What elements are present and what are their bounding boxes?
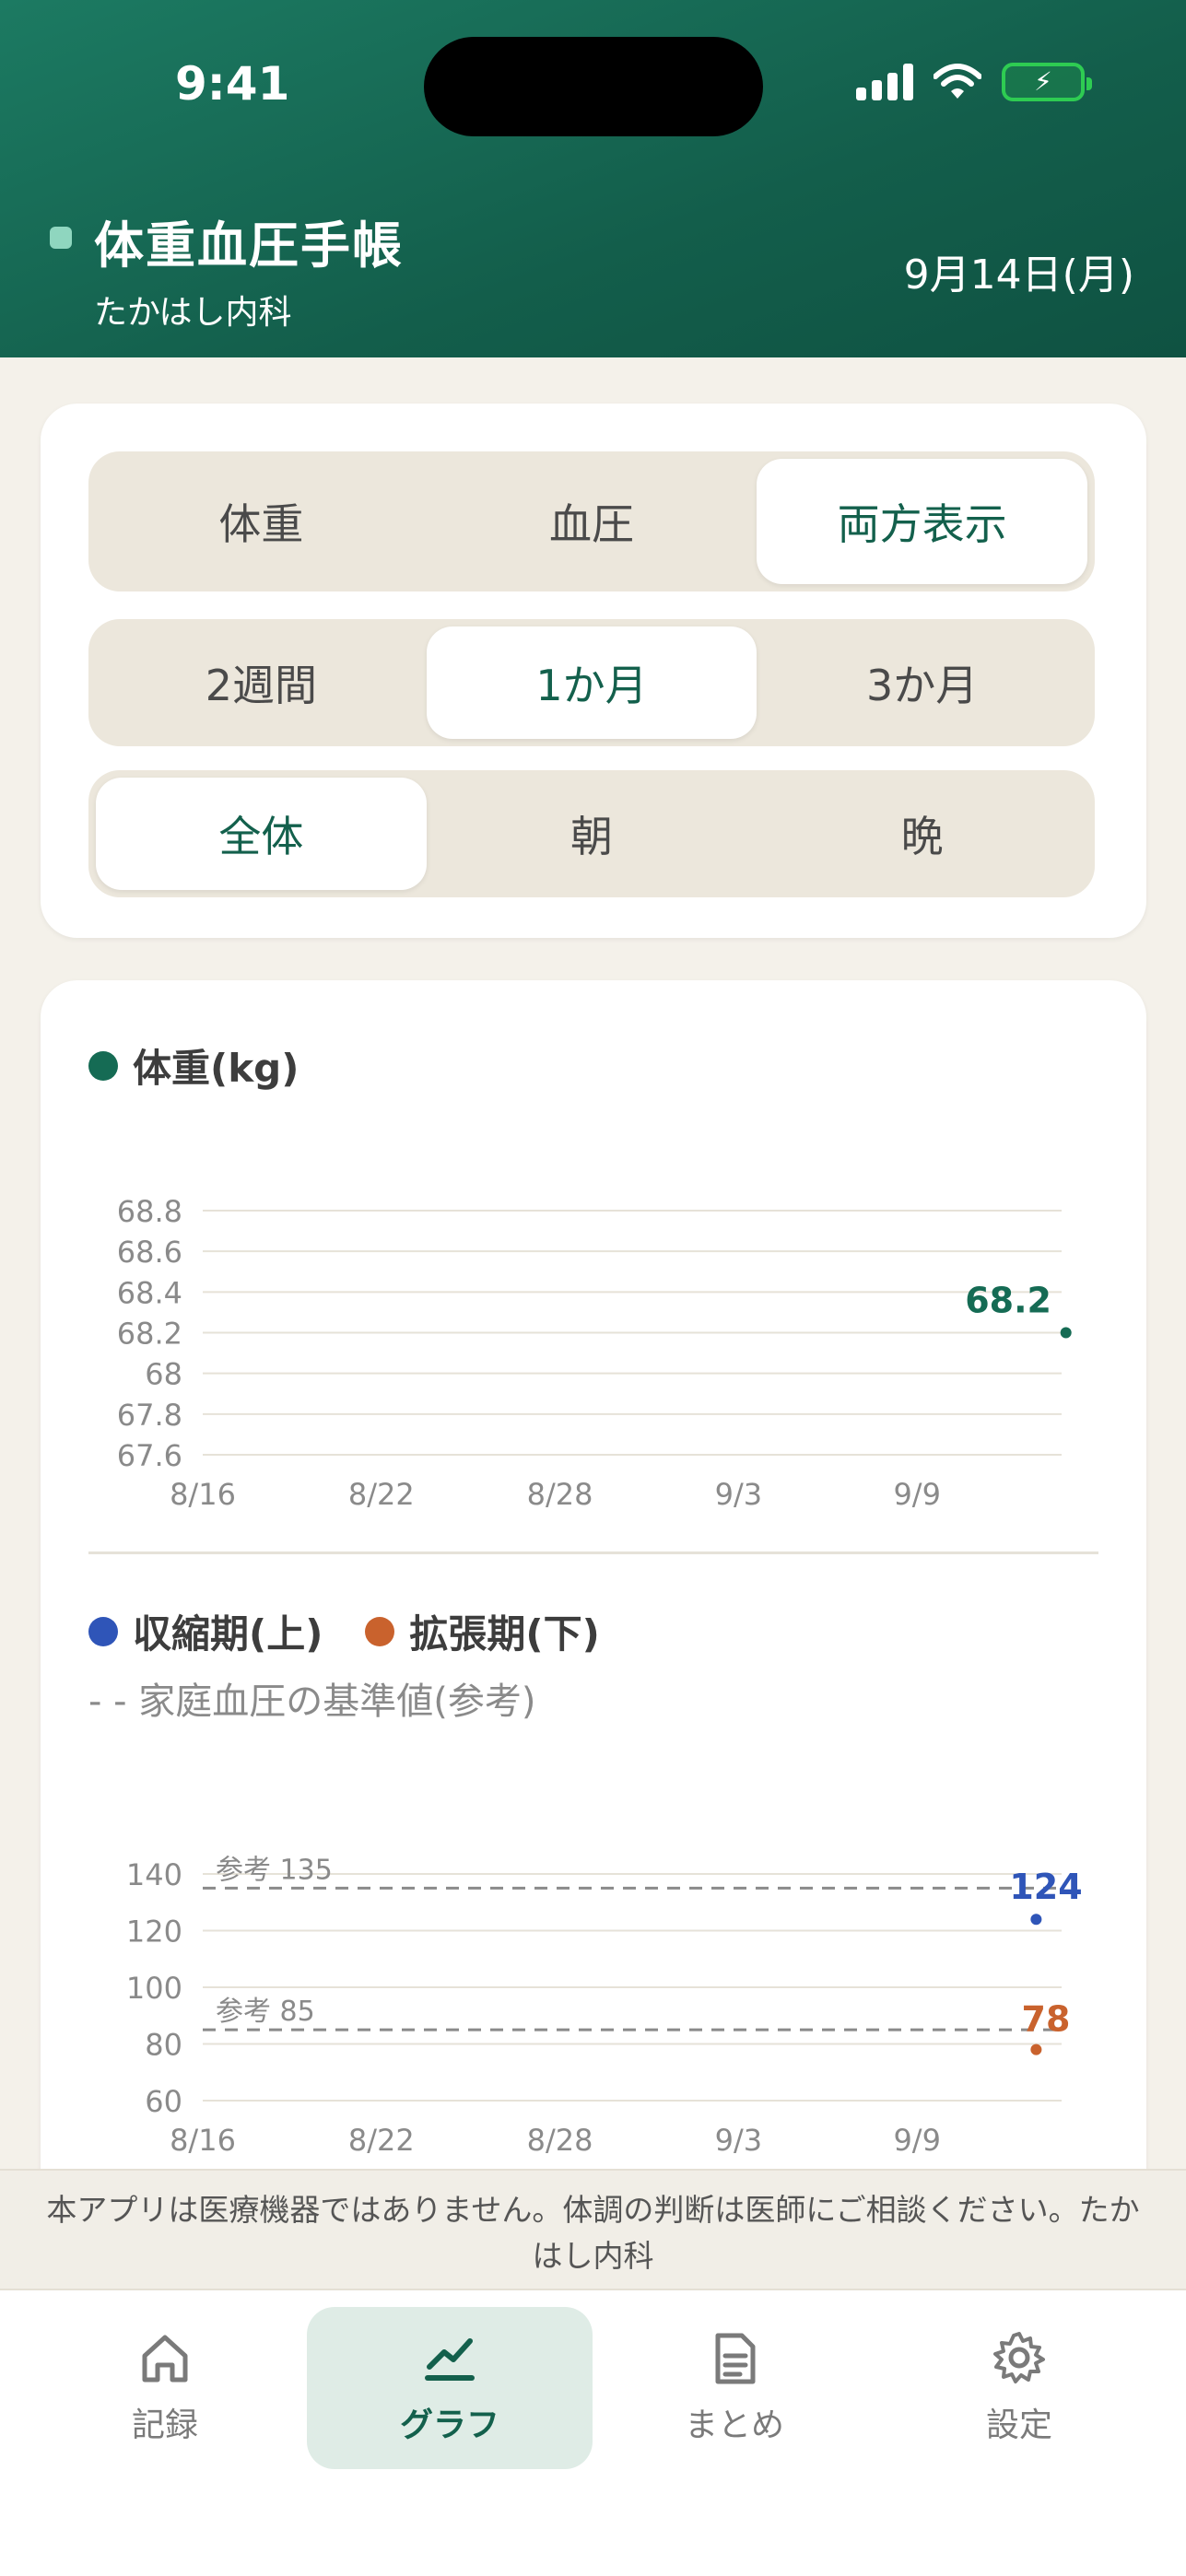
filter-card: 体重 血圧 両方表示 2週間 1か月 3か月 全体 朝 晩	[41, 404, 1146, 938]
x-tick-label: 9/9	[893, 1477, 941, 1512]
tab-summary-label: まとめ	[684, 2406, 784, 2444]
y-tick-label: 100	[126, 1971, 182, 2006]
y-tick-label: 68.6	[117, 1235, 182, 1270]
tab-graph[interactable]: グラフ	[307, 2307, 593, 2469]
data-point	[1060, 1327, 1072, 1339]
y-tick-label: 140	[126, 1857, 182, 1892]
view-option-weight[interactable]: 体重	[96, 459, 427, 584]
app-dot	[50, 227, 72, 249]
weight-latest-label: 68.2	[965, 1281, 1051, 1321]
battery-charging-icon: ⚡	[1002, 63, 1092, 101]
tab-summary[interactable]: まとめ	[592, 2307, 877, 2469]
y-tick-label: 60	[145, 2084, 182, 2119]
home-icon	[142, 2335, 188, 2383]
tab-settings-label: 設定	[985, 2406, 1052, 2444]
status-time: 9:41	[175, 57, 290, 111]
ref-lower-label: 参考 85	[216, 1996, 315, 2028]
time-option-morning[interactable]: 朝	[427, 778, 757, 890]
range-option-3months[interactable]: 3か月	[757, 626, 1087, 739]
y-tick-label: 67.6	[117, 1438, 182, 1473]
x-tick-label: 8/22	[348, 1477, 415, 1512]
y-tick-label: 80	[145, 2028, 182, 2063]
y-tick-label: 120	[126, 1914, 182, 1950]
dynamic-island	[424, 37, 763, 136]
clinic-name: たかはし内科	[94, 294, 292, 332]
weight-legend-label: 体重(kg)	[133, 1046, 299, 1091]
x-tick-label: 8/28	[527, 1477, 593, 1512]
chart-icon	[425, 2338, 475, 2381]
tab-settings[interactable]: 設定	[876, 2307, 1162, 2469]
reference-note: - - 家庭血圧の基準値(参考)	[88, 1680, 536, 1723]
time-option-evening[interactable]: 晩	[757, 778, 1087, 890]
data-point	[1030, 1914, 1042, 1926]
data-point	[1030, 2043, 1042, 2055]
weight-chart: 68.8 68.6 68.4 68.2 68 67.8 67.6 8/16 8/22 8/28 9…	[117, 1194, 1072, 1512]
gear-icon	[993, 2332, 1045, 2383]
range-option-2weeks[interactable]: 2週間	[96, 626, 427, 739]
x-tick-label: 9/3	[715, 2123, 763, 2158]
y-tick-label: 68.8	[117, 1194, 182, 1229]
tab-graph-label: グラフ	[399, 2406, 499, 2444]
x-tick-label: 8/16	[170, 2123, 236, 2158]
current-date: 9月14日(月)	[903, 252, 1134, 299]
app-title: 体重血圧手帳	[94, 217, 404, 275]
chart-card: 体重(kg) 68.8 68.6 68.4 68.2 68 67.8 67.6 8/16 8/…	[41, 980, 1146, 2270]
x-tick-label: 9/3	[715, 1477, 763, 1512]
weight-legend-dot	[88, 1050, 118, 1081]
tab-record-label: 記録	[131, 2406, 198, 2444]
systolic-latest-label: 124	[1009, 1867, 1082, 1907]
ref-upper-label: 参考 135	[216, 1854, 333, 1886]
wifi-icon	[934, 64, 981, 99]
diastolic-legend-dot	[365, 1616, 395, 1646]
cellular-signal-icon	[856, 64, 913, 100]
chart-divider	[88, 1551, 1098, 1554]
x-tick-label: 9/9	[893, 2123, 941, 2158]
view-segmented-control: 体重 血圧 両方表示	[88, 451, 1095, 591]
view-option-bp[interactable]: 血圧	[427, 459, 757, 584]
systolic-legend-dot	[88, 1616, 118, 1646]
time-option-all[interactable]: 全体	[96, 778, 427, 890]
y-tick-label: 68.2	[117, 1317, 182, 1352]
bp-chart: 1401201008060 8/16 8/22 8/28 9/3 9/9 参考 135 …	[126, 1854, 1083, 2158]
y-tick-label: 67.8	[117, 1398, 182, 1433]
disclaimer: 本アプリは医療機器ではありません。体調の判断は医師にご相談ください。たかはし内科	[0, 2169, 1186, 2289]
range-option-1month[interactable]: 1か月	[426, 626, 757, 739]
systolic-legend-label: 収縮期(上)	[133, 1611, 323, 1657]
diastolic-legend-label: 拡張期(下)	[409, 1611, 600, 1657]
x-tick-label: 8/28	[527, 2123, 593, 2158]
app-header: 9:41 ⚡ 体重血圧手帳 たかはし内科 9月14日(月)	[0, 0, 1186, 357]
x-tick-label: 8/16	[170, 1477, 236, 1512]
diastolic-latest-label: 78	[1022, 1999, 1071, 2040]
status-icons: ⚡	[856, 63, 1092, 101]
tab-record[interactable]: 記録	[22, 2307, 308, 2469]
bp-legend: 収縮期(上) 拡張期(下)	[88, 1603, 600, 1659]
x-tick-label: 8/22	[348, 2123, 415, 2158]
y-tick-label: 68	[145, 1357, 182, 1392]
tab-bar: 記録 グラフ まとめ 設定	[0, 2289, 1186, 2576]
weight-legend: 体重(kg)	[88, 1037, 299, 1094]
range-segmented-control: 2週間 1か月 3か月	[88, 619, 1095, 746]
document-icon	[715, 2333, 756, 2384]
time-segmented-control: 全体 朝 晩	[88, 770, 1095, 897]
view-option-both[interactable]: 両方表示	[757, 459, 1088, 584]
y-tick-label: 68.4	[117, 1275, 182, 1310]
